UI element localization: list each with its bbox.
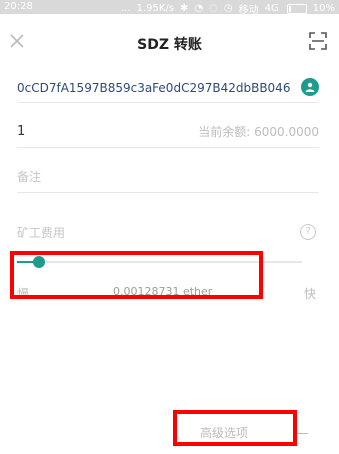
note-field[interactable]: 备注 [17, 162, 319, 193]
highlight-box-advanced [173, 410, 297, 446]
bluetooth-icon: ✱ [180, 3, 189, 14]
mute-icon: ◌ [209, 3, 218, 14]
amount-value: 1 [17, 124, 26, 139]
page-title: SDZ 转账 [137, 37, 202, 53]
battery-icon [286, 3, 307, 14]
contact-icon[interactable] [301, 78, 319, 96]
fast-label: 快 [304, 287, 317, 301]
top-bar: SDZ 转账 [0, 14, 339, 70]
alarm-icon: ◷ [223, 3, 233, 14]
wifi-icon: ◔ [194, 3, 204, 14]
note-placeholder: 备注 [17, 170, 42, 184]
status-dots: ... [121, 3, 131, 14]
current-balance: 当前余额: 6000.0000 [198, 125, 319, 139]
scan-icon[interactable] [309, 32, 327, 50]
recipient-address-field[interactable]: 0cCD7fA1597B859c3aFe0dC297B42dbBB046 [17, 74, 319, 103]
recipient-address-text: 0cCD7fA1597B859c3aFe0dC297B42dbBB046 [17, 81, 291, 95]
miner-fee-label: 矿工费用 [17, 226, 66, 240]
network-type: 4G [264, 3, 279, 14]
amount-field[interactable]: 1 当前余额: 6000.0000 [17, 117, 319, 148]
status-time: 20:28 [4, 1, 33, 12]
help-icon[interactable]: ? [300, 224, 316, 240]
status-bar: 20:28 ... 1.95K/s ✱ ◔ ◌ ◷ 移动 4G 10% [0, 0, 339, 16]
battery-percent: 10% [312, 3, 335, 14]
network-speed: 1.95K/s [136, 3, 175, 14]
highlight-box-fee [10, 251, 263, 299]
person-icon [305, 82, 315, 92]
